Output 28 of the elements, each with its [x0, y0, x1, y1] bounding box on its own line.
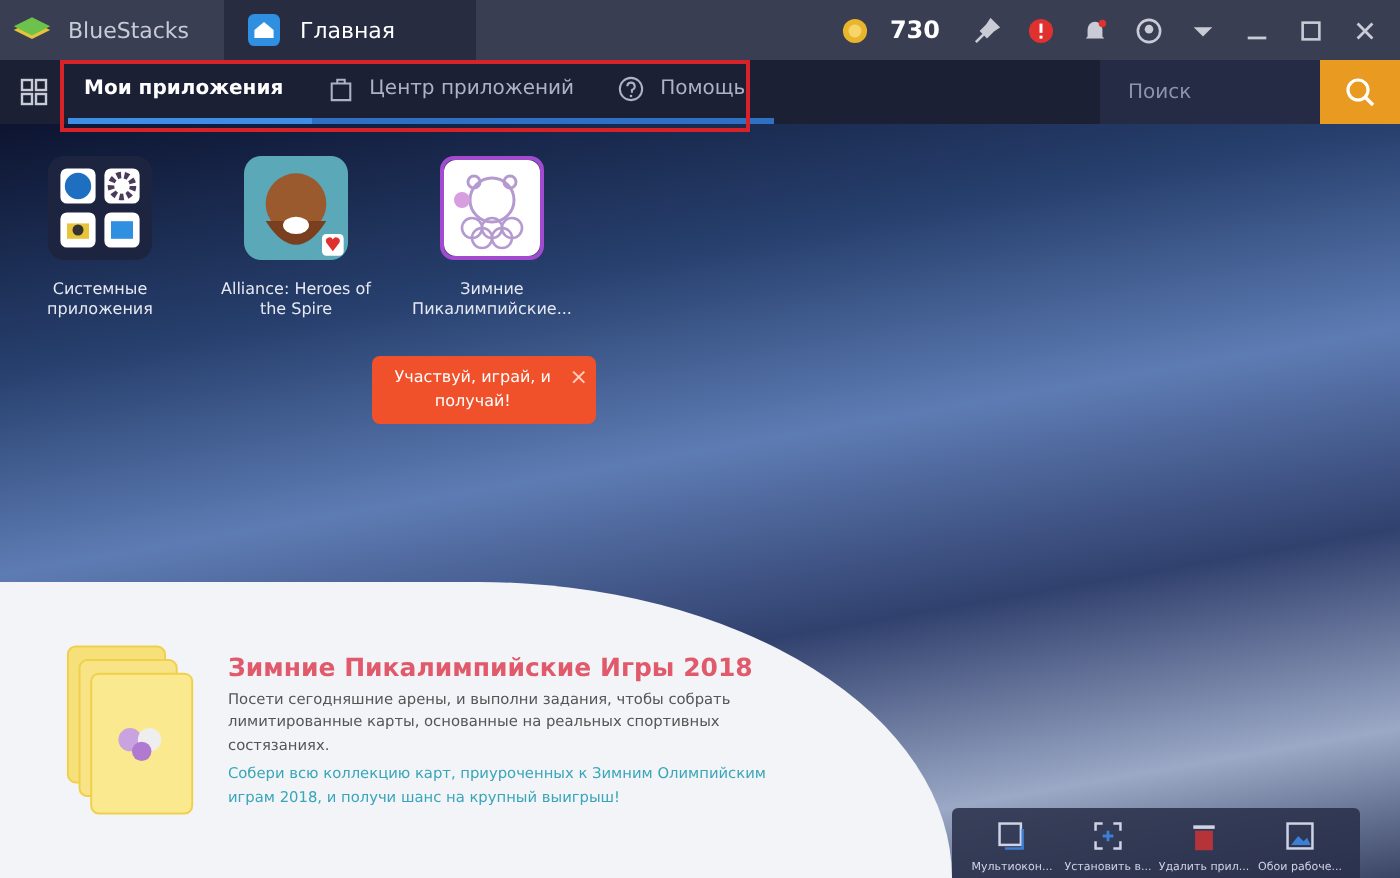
home-tab[interactable]: Главная	[224, 0, 476, 60]
search-field[interactable]: Поиск	[1100, 60, 1320, 124]
coin-count: 730	[889, 16, 940, 44]
pin-icon[interactable]	[974, 17, 1000, 43]
bag-icon	[327, 76, 354, 102]
tooltip-text: Участвуй, играй, и получай!	[392, 366, 553, 414]
alert-icon[interactable]	[1028, 17, 1054, 43]
bell-icon[interactable]	[1082, 17, 1108, 43]
game-icon[interactable]	[244, 156, 348, 260]
app-label[interactable]: Alliance: Heroes of the Spire	[212, 280, 380, 322]
app-label[interactable]: Зимние Пикалимпийские...	[408, 280, 576, 322]
house-icon	[248, 14, 280, 46]
trash-icon	[1188, 820, 1220, 852]
close-icon[interactable]	[1352, 17, 1378, 43]
windows-icon	[996, 820, 1028, 852]
search-icon	[1344, 76, 1376, 108]
coin-icon	[841, 17, 868, 43]
install-icon	[1092, 820, 1124, 852]
system-apps-icon[interactable]	[48, 156, 152, 260]
grid-icon[interactable]	[20, 78, 48, 106]
bear-icon[interactable]	[440, 156, 544, 260]
account-icon[interactable]	[1136, 17, 1162, 43]
image-icon	[1284, 820, 1316, 852]
help-icon	[618, 76, 645, 102]
promo-title: Зимние Пикалимпийские Игры 2018	[228, 651, 755, 682]
maximize-icon[interactable]	[1298, 17, 1324, 43]
app-label[interactable]: Системные приложения	[16, 280, 184, 322]
app-name: BlueStacks	[68, 17, 192, 43]
